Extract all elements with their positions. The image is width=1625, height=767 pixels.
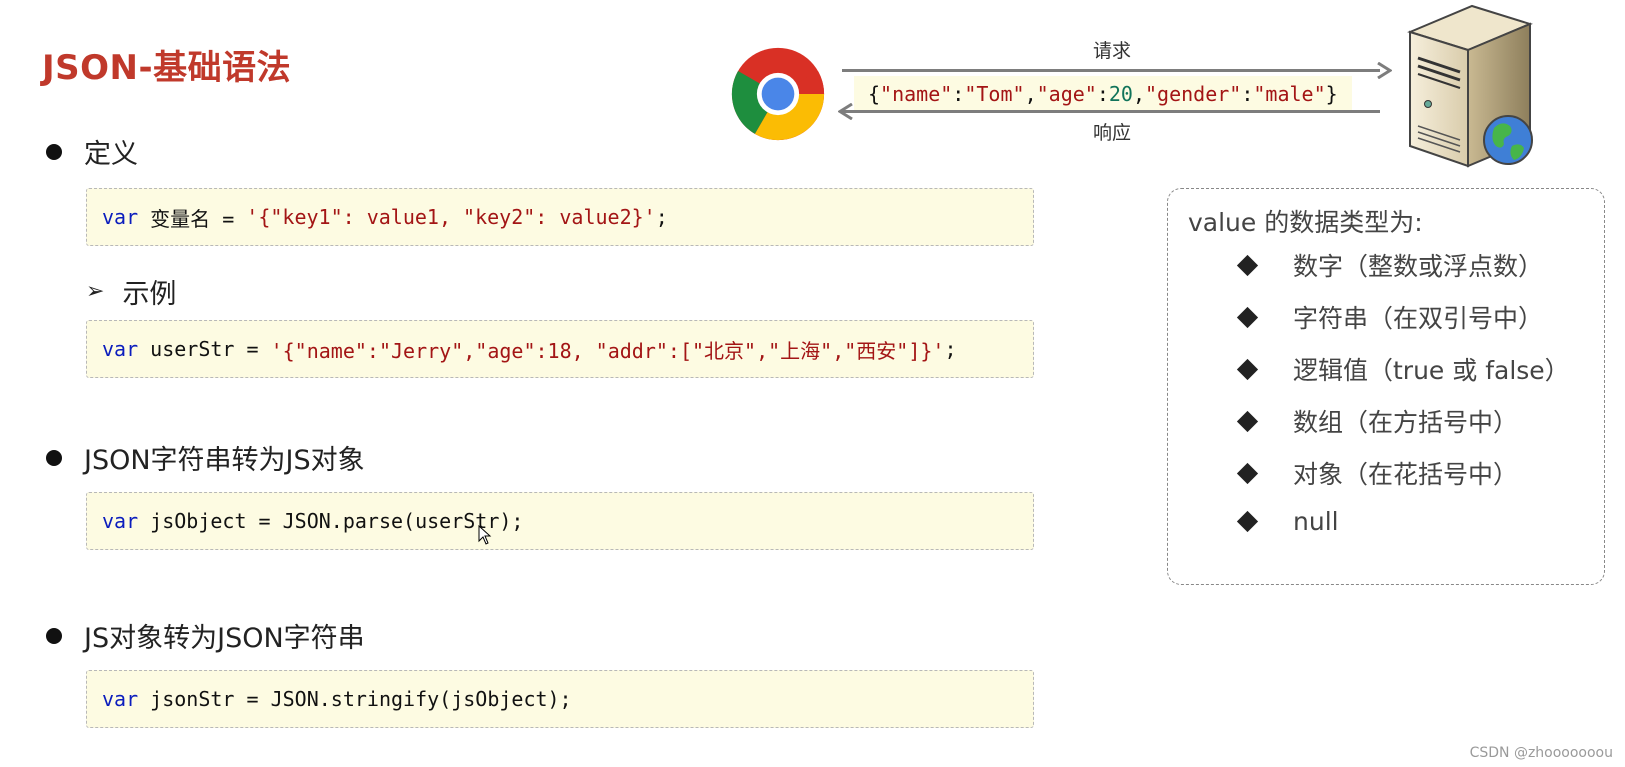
json-comma: , [1024,82,1037,106]
value-type-label: 对象（在花括号中） [1293,460,1519,489]
code-keyword: var [102,687,139,711]
web-server-icon [1407,4,1533,168]
mouse-cursor-icon [478,525,492,545]
code-text: 变量名 = [138,206,247,231]
json-brace: } [1325,82,1338,106]
diamond-bullet-icon [1236,410,1259,432]
code-text: jsonStr = JSON.stringify(jsObject); [138,687,572,711]
value-type-label: 数组（在方括号中） [1293,408,1519,437]
diamond-bullet-icon [1236,462,1259,484]
diamond-bullet-icon [1236,510,1259,533]
json-comma: , [1132,82,1146,106]
watermark: CSDN @zhooooooou [1469,745,1613,761]
bullet-parse: JSON字符串转为JS对象 [46,438,365,477]
bullet-dot-icon [46,627,62,644]
example-label: 示例 [122,279,177,310]
value-type-item: 数字（整数或浮点数） [1236,247,1544,283]
json-value: 20 [1108,82,1133,106]
request-arrow-line [842,69,1380,72]
value-type-item: 逻辑值（true 或 false） [1236,351,1570,387]
parse-code-block: var jsObject = JSON.parse(userStr); [86,492,1034,550]
json-brace: { [868,82,881,106]
bullet-definition: 定义 [46,132,138,171]
code-text: userStr = [138,337,271,361]
json-value: "male" [1253,82,1326,106]
json-colon: : [1096,82,1109,106]
value-type-item: 对象（在花括号中） [1236,455,1519,491]
stringify-code-block: var jsonStr = JSON.stringify(jsObject); [86,670,1034,728]
json-colon: : [952,82,965,106]
value-type-label: 逻辑值（true 或 false） [1293,356,1570,385]
code-text: ; [944,337,957,361]
sub-bullet-example: ➢ 示例 [86,272,176,311]
definition-label: 定义 [84,139,138,170]
code-string: '{"name":"Jerry","age":18, "addr":["北京",… [270,338,945,363]
value-type-item: 字符串（在双引号中） [1236,299,1544,335]
diamond-bullet-icon [1236,254,1259,276]
slide-title: JSON-基础语法 [42,48,292,88]
value-types-panel: value 的数据类型为: 数字（整数或浮点数） 字符串（在双引号中） 逻辑值（… [1167,188,1605,585]
definition-code-block: var 变量名 = '{"key1": value1, "key2": valu… [86,188,1034,246]
value-type-item: 数组（在方括号中） [1236,403,1519,439]
value-type-label: 字符串（在双引号中） [1293,304,1544,333]
response-arrow-line [842,110,1380,113]
json-key: "gender" [1145,82,1242,106]
stringify-label: JS对象转为JSON字符串 [84,623,365,654]
value-types-title: value 的数据类型为: [1188,208,1423,237]
response-label: 响应 [1093,122,1132,144]
diamond-bullet-icon [1236,358,1259,380]
bullet-dot-icon [46,449,62,466]
json-payload: {"name": "Tom", "age":20, "gender": "male"} [854,76,1352,112]
code-text: ; [655,205,668,229]
json-key: "age" [1036,82,1097,106]
parse-label: JSON字符串转为JS对象 [84,445,365,476]
code-keyword: var [102,509,139,533]
bullet-stringify: JS对象转为JSON字符串 [46,616,365,655]
value-type-item: null [1236,507,1339,536]
request-label: 请求 [1093,40,1132,62]
json-colon: : [1241,82,1254,106]
json-key: "name" [880,82,953,106]
diamond-bullet-icon [1236,306,1259,328]
value-type-label: 数字（整数或浮点数） [1293,252,1544,281]
code-keyword: var [102,205,139,229]
example-code-block: var userStr = '{"name":"Jerry","age":18,… [86,320,1034,378]
value-type-label: null [1293,507,1339,536]
code-text: jsObject = JSON.parse(userStr); [138,509,524,533]
code-string: '{"key1": value1, "key2": value2}' [246,205,656,229]
code-keyword: var [102,337,139,361]
request-arrowhead-icon [1377,62,1392,79]
bullet-dot-icon [46,143,62,160]
arrow-bullet-icon: ➢ [86,279,105,304]
json-value: "Tom" [964,82,1025,106]
chrome-browser-icon [731,47,825,141]
